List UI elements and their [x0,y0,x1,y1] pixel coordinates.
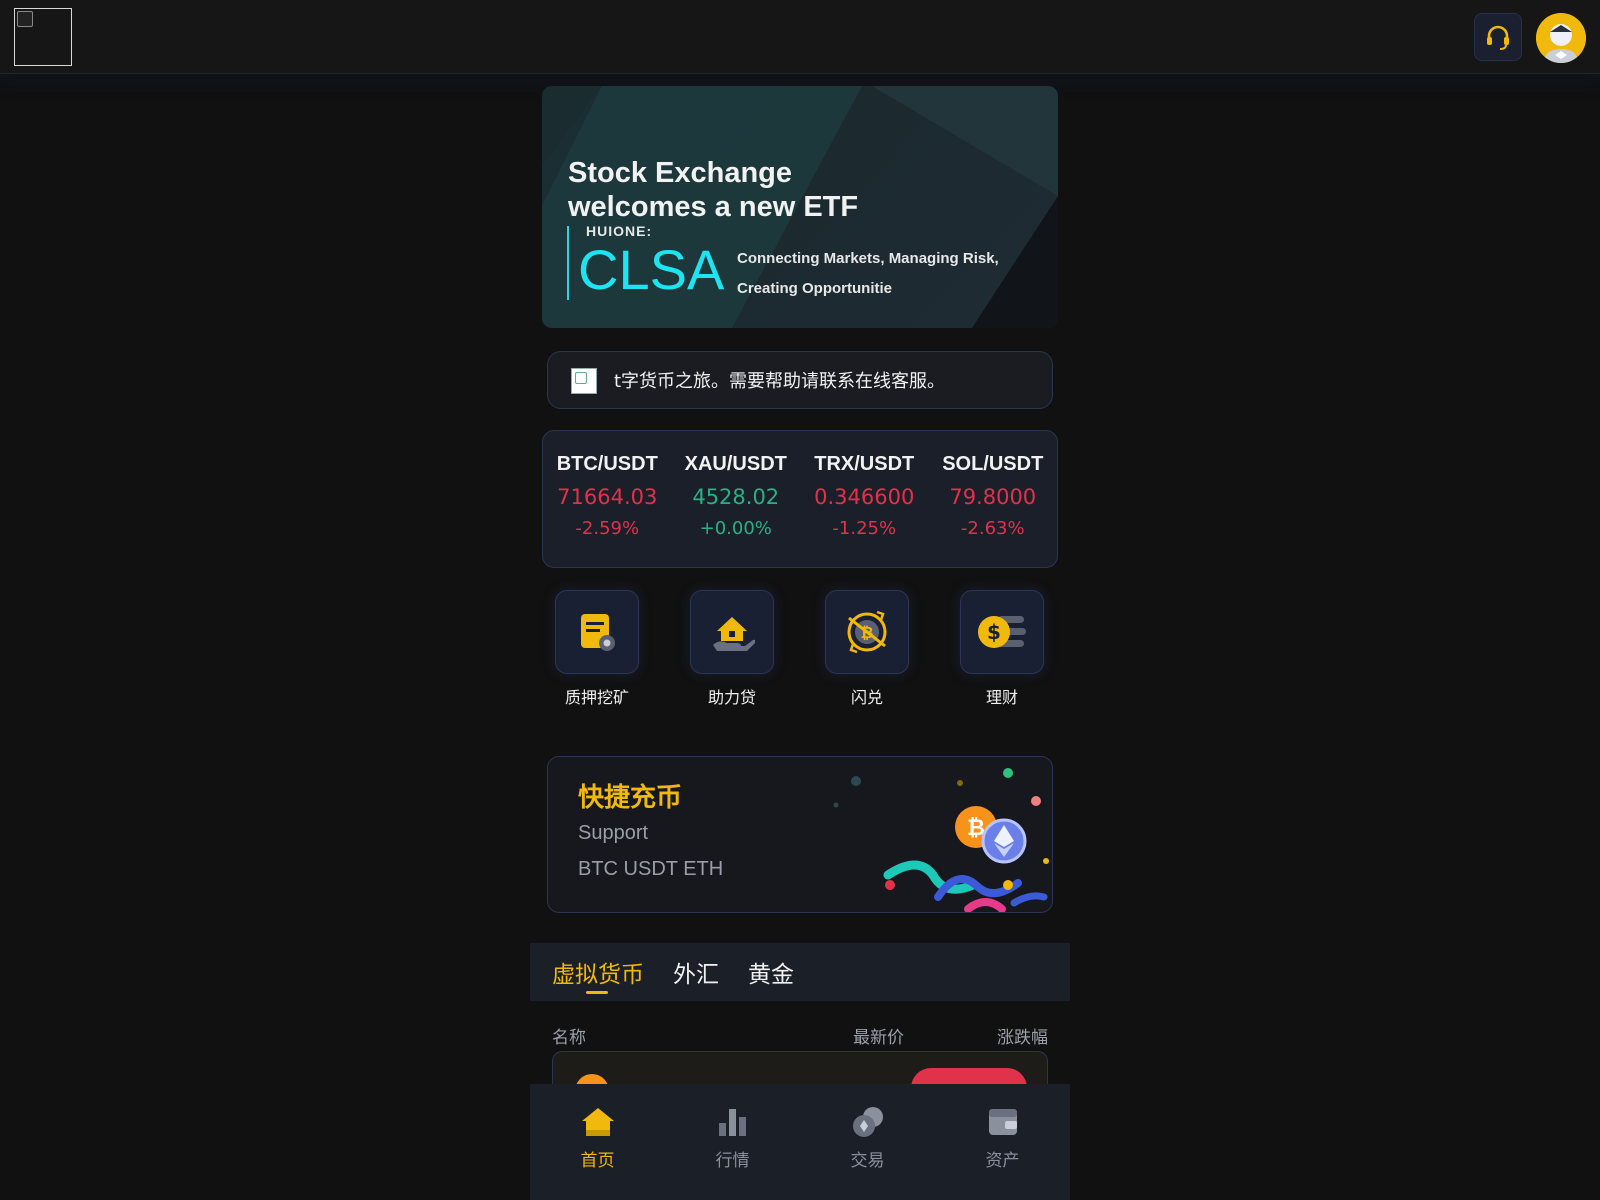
nav-trade[interactable]: 交易 [800,1084,935,1200]
ticker-change: -1.25% [832,518,897,539]
column-header-change: 涨跌幅 [997,1028,1048,1048]
ticker-trx[interactable]: TRX/USDT 0.346600 -1.25% [800,431,929,567]
nav-market[interactable]: 行情 [665,1084,800,1200]
ticker-pair: XAU/USDT [684,453,787,475]
promo-banner[interactable]: Stock Exchange welcomes a new ETF HUIONE… [542,86,1058,328]
column-header-name: 名称 [552,1028,586,1048]
banner-brand: HUIONE: [586,223,653,239]
ticker-price: 0.346600 [814,485,915,509]
shortcut-tile[interactable] [555,590,639,674]
shortcut-label: 质押挖矿 [564,688,629,707]
home-loan-icon [713,617,755,651]
ticker-change: -2.59% [575,518,640,539]
home-icon [581,1108,614,1136]
shortcut-finance[interactable]: $ 理财 [960,590,1044,708]
ticker-price: 71664.03 [557,485,658,509]
nav-home[interactable]: 首页 [530,1084,665,1200]
ticker-xau[interactable]: XAU/USDT 4528.02 +0.00% [672,431,801,567]
shortcut-label: 助力贷 [707,688,756,707]
logo-image[interactable] [14,8,72,66]
deposit-title: 快捷充币 [578,783,683,813]
ticker-price: 79.8000 [949,485,1037,509]
ticker-sol[interactable]: SOL/USDT 79.8000 -2.63% [929,431,1058,567]
market-tabs: 虚拟货币 外汇 黄金 [530,943,1070,1001]
banner-accent-bar [567,226,569,300]
column-header-price: 最新价 [853,1028,904,1048]
nav-label: 交易 [850,1151,885,1171]
svg-text:$: $ [987,620,1001,644]
nav-label: 行情 [715,1151,750,1171]
shortcut-loan[interactable]: 助力贷 [690,590,774,708]
shortcut-label: 闪兑 [850,688,883,707]
ticker-price: 4528.02 [692,485,780,509]
ticker-pair: SOL/USDT [942,453,1044,475]
broken-image-icon [17,11,33,27]
top-bar [0,0,1600,74]
document-stake-icon [581,614,615,651]
tab-crypto[interactable]: 虚拟货币 [552,955,644,989]
ticker-pair: BTC/USDT [556,453,658,475]
customer-support-button[interactable] [1474,13,1522,61]
user-avatar-button[interactable] [1536,13,1586,63]
bottom-navigation: 首页 行情 交易 资产 [530,1084,1070,1200]
shortcut-label: 理财 [985,688,1018,707]
swap-coin-icon: ₿ [847,610,887,654]
announcement-bar[interactable]: t字货币之旅。需要帮助请联系在线客服。 [547,351,1053,409]
ticker-panel: BTC/USDT 71664.03 -2.59% XAU/USDT 4528.0… [542,430,1058,568]
quick-deposit-card[interactable]: 快捷充币 Support BTC USDT ETH ₿ [547,756,1053,913]
banner-name: CLSA [578,238,725,301]
wallet-icon [988,1109,1017,1135]
shortcut-tile[interactable] [690,590,774,674]
ticker-pair: TRX/USDT [814,453,915,475]
nav-assets[interactable]: 资产 [935,1084,1070,1200]
shortcut-staking[interactable]: 质押挖矿 [555,590,639,708]
ticker-change: -2.63% [960,518,1025,539]
user-avatar-icon [1536,13,1586,63]
dollar-finance-icon: $ [978,616,1026,648]
banner-title: Stock Exchange welcomes a new ETF [568,157,859,223]
crypto-coins-illustration: ₿ [833,768,1049,912]
shortcut-tile[interactable]: $ [960,590,1044,674]
active-tab-indicator [586,991,608,994]
deposit-coins: BTC USDT ETH [578,858,724,880]
nav-label: 首页 [580,1151,615,1171]
tab-forex[interactable]: 外汇 [673,955,719,989]
shortcut-tile[interactable]: ₿ [825,590,909,674]
shortcut-swap[interactable]: ₿ 闪兑 [825,590,909,708]
announcement-text: t字货币之旅。需要帮助请联系在线客服。 [614,371,946,392]
ticker-change: +0.00% [699,518,772,539]
ticker-btc[interactable]: BTC/USDT 71664.03 -2.59% [543,431,672,567]
broken-image-icon [571,368,597,394]
tab-gold[interactable]: 黄金 [748,955,794,989]
nav-label: 资产 [985,1151,1020,1171]
trade-coins-icon [852,1107,883,1137]
deposit-subtitle: Support [578,822,649,844]
banner-tagline: Connecting Markets, Managing Risk, Creat… [737,250,999,297]
headset-icon [1487,25,1509,50]
bar-chart-icon [718,1109,746,1136]
